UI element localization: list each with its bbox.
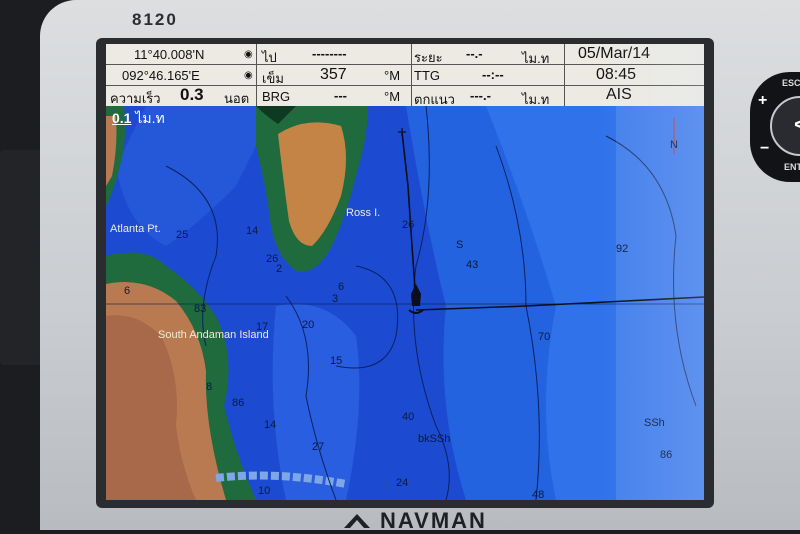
ais-indicator: AIS [606, 86, 632, 103]
zoom-out-button[interactable]: − [760, 140, 769, 158]
nautical-chart[interactable]: N Ross I. Atlanta Pt. South Andaman Isla… [106, 106, 704, 500]
depth-label: 26 [402, 219, 414, 231]
depth-label: 40 [402, 411, 414, 423]
depth-label: 86 [660, 449, 672, 461]
depth-label: 43 [466, 259, 478, 271]
map-scale: 0.1 ไม.ท [112, 108, 165, 130]
model-number: 8120 [132, 10, 178, 29]
depth-label: 70 [538, 331, 550, 343]
info-header: 11°40.008'N 092°46.165'E ความเร็ว 0.3 นอ… [106, 44, 704, 107]
brand-name: NAVMAN [380, 508, 487, 533]
depth-label: 25 [176, 229, 188, 241]
chartplotter-screen[interactable]: 11°40.008'N 092°46.165'E ความเร็ว 0.3 นอ… [106, 44, 704, 500]
course-value: 357 [320, 66, 347, 83]
brand-logo: NAVMAN [342, 508, 487, 534]
north-indicator: N [670, 139, 678, 151]
brg-unit: °M [384, 89, 401, 104]
depth-label: 10 [258, 485, 270, 497]
enter-button[interactable]: ENT [784, 162, 800, 172]
heading-label: ไป [262, 50, 277, 65]
depth-label: 15 [330, 355, 342, 367]
ttg-value: --:-- [482, 67, 504, 82]
place-ross-island: Ross I. [346, 207, 380, 219]
course-unit: °M [384, 68, 401, 83]
depth-label: 20 [302, 319, 314, 331]
depth-label: 92 [616, 243, 628, 255]
esc-button[interactable]: ESC [782, 78, 800, 88]
brg-value: --- [334, 88, 347, 103]
date: 05/Mar/14 [578, 45, 651, 62]
speed-value: 0.3 [180, 85, 204, 104]
depth-label: bkSSh [418, 433, 450, 445]
depth-label: 6 [338, 281, 344, 293]
depth-label: 83 [194, 303, 206, 315]
depth-label: 14 [264, 419, 276, 431]
depth-label: S [456, 239, 463, 251]
brg-label: BRG [262, 89, 291, 104]
depth-label: 8 [206, 381, 212, 393]
distance-unit: ไม.ท [522, 51, 550, 66]
xte-value: ---.- [470, 88, 491, 103]
place-atlanta-point: Atlanta Pt. [110, 223, 161, 235]
depth-label: 86 [232, 397, 244, 409]
scale-unit: ไม.ท [135, 110, 165, 126]
place-south-andaman: South Andaman Island [158, 329, 269, 341]
depth-label: 6 [124, 285, 130, 297]
scale-value: 0.1 [112, 110, 132, 126]
course-drop-icon: ◉ [244, 70, 253, 81]
depth-label: 27 [312, 441, 324, 453]
depth-label: SSh [644, 417, 665, 429]
zoom-in-button[interactable]: + [758, 92, 767, 110]
distance-value: --.- [466, 46, 483, 61]
time: 08:45 [596, 66, 637, 83]
depth-label: 3 [332, 293, 338, 305]
heading-drop-icon: ◉ [244, 49, 253, 60]
depth-label: 17 [256, 321, 268, 333]
latitude: 11°40.008'N [134, 47, 205, 62]
course-label: เข็ม [262, 71, 284, 86]
distance-label: ระยะ [414, 50, 443, 65]
longitude: 092°46.165'E [122, 68, 200, 83]
depth-label: 14 [246, 225, 258, 237]
navman-logo-icon [344, 514, 370, 528]
depth-label: 26 [266, 253, 278, 265]
heading-value: -------- [312, 46, 347, 61]
depth-label: 48 [532, 489, 544, 500]
ttg-label: TTG [414, 68, 440, 83]
depth-label: 24 [396, 477, 408, 489]
